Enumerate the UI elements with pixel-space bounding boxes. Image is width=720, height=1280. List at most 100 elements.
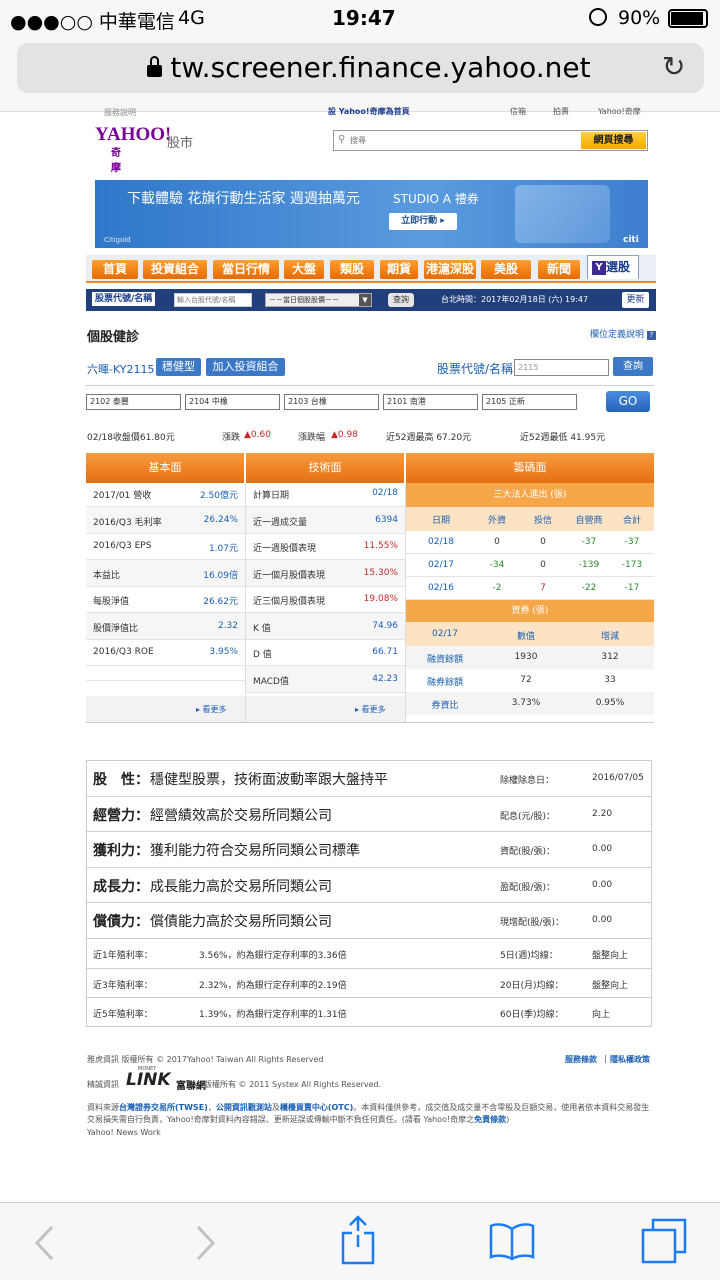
bookmarks-icon[interactable] bbox=[488, 1221, 536, 1261]
search-input[interactable] bbox=[350, 132, 575, 149]
technical-more-link[interactable]: ▸ 看更多 bbox=[355, 704, 386, 715]
set-homepage-link[interactable]: 設 Yahoo!奇摩為首頁 bbox=[328, 106, 410, 117]
ad-banner[interactable]: 下載體驗 花旗行動生活家 週週抽萬元 STUDIO A 禮券 立即行動 ▸ Ci… bbox=[95, 180, 648, 248]
fundamental-label: 2016/Q3 毛利率 bbox=[93, 517, 162, 528]
rotation-lock-icon bbox=[589, 8, 607, 26]
institutional-title: 三大法人進出 (張) bbox=[406, 483, 654, 507]
compare-box-2[interactable]: 2103 台橡 bbox=[284, 394, 379, 410]
separator: | bbox=[604, 1054, 607, 1063]
stock-query-button[interactable]: 查詢 bbox=[613, 357, 653, 376]
help-link[interactable]: 服務說明 bbox=[104, 107, 136, 118]
yield-key: 近3年殖利率： bbox=[93, 980, 153, 991]
browser-address-bar: tw.screener.finance.yahoo.net ↻ bbox=[0, 38, 720, 112]
back-icon[interactable] bbox=[33, 1225, 57, 1261]
fundamental-value: 16.09倍 bbox=[203, 570, 238, 581]
summary-value: 穩健型股票，技術面波動率跟大盤持平 bbox=[150, 772, 388, 788]
chevron-down-icon: ▼ bbox=[359, 294, 371, 306]
share-icon[interactable] bbox=[340, 1215, 376, 1265]
compare-box-3[interactable]: 2101 南港 bbox=[383, 394, 478, 410]
summary-right-value: 0.00 bbox=[592, 915, 613, 925]
news-work: Yahoo! News Work bbox=[87, 1128, 161, 1137]
nav-tab-5[interactable]: 期貨 bbox=[380, 260, 418, 279]
quote-type-select[interactable]: －－當日個股股價－－ ▼ bbox=[265, 293, 372, 307]
yahoo-y-icon: Y bbox=[592, 260, 606, 275]
fundamental-label: 2017/01 營收 bbox=[93, 491, 152, 501]
change-value: ▲0.60 bbox=[244, 430, 271, 440]
sub-nav: 股票代號/名稱 －－當日個股股價－－▼ 查詢 台北時間：2017年02月18日 … bbox=[86, 289, 656, 311]
fundamental-label: 2016/Q3 ROE bbox=[93, 647, 154, 657]
summary-key: 償債力： bbox=[93, 914, 149, 930]
pct-label: 漲跌幅 bbox=[298, 433, 326, 443]
technical-value: 74.96 bbox=[372, 620, 398, 631]
site-search: ⚲ 網頁搜尋 bbox=[333, 130, 648, 151]
yahoo-link[interactable]: Yahoo!奇摩 bbox=[598, 106, 641, 117]
tab-screener-active[interactable]: Y 選股 bbox=[587, 255, 639, 279]
nav-tab-6[interactable]: 港滬深股 bbox=[424, 260, 476, 279]
subnav-query-button[interactable]: 查詢 bbox=[388, 293, 414, 307]
inst-col-header: 合計 bbox=[622, 516, 641, 526]
summary-key: 經營力： bbox=[93, 807, 149, 824]
compare-go-button[interactable]: GO bbox=[606, 391, 650, 412]
nav-tab-0[interactable]: 首頁 bbox=[92, 260, 138, 279]
ma-key: 5日(週)均線： bbox=[500, 951, 558, 961]
web-search-button[interactable]: 網頁搜尋 bbox=[581, 132, 646, 149]
stock-type-button[interactable]: 穩健型 bbox=[156, 358, 201, 376]
margin-col-header: 02/17 bbox=[432, 629, 458, 639]
add-to-portfolio-button[interactable]: 加入投資組合 bbox=[206, 358, 285, 376]
fundamental-value: 2.32 bbox=[217, 620, 238, 631]
inst-cell: -173 bbox=[621, 560, 643, 570]
ma-key: 60日(季)均線： bbox=[500, 1010, 564, 1020]
privacy-link[interactable]: 隱私權政策 bbox=[610, 1054, 650, 1065]
nav-tab-8[interactable]: 新聞 bbox=[538, 260, 580, 279]
margin-cell: 0.95% bbox=[595, 698, 625, 708]
technical-label: 近一週成交量 bbox=[253, 517, 308, 528]
banner-cta-button[interactable]: 立即行動 ▸ bbox=[389, 213, 457, 230]
refresh-button[interactable]: 更新 bbox=[622, 292, 649, 308]
mail-link[interactable]: 信箱 bbox=[510, 106, 526, 117]
fundamental-label: 2016/Q3 EPS bbox=[93, 541, 152, 551]
terms-link[interactable]: 服務條款 bbox=[565, 1054, 597, 1065]
summary-right-key: 盈配(股/張)： bbox=[500, 882, 556, 893]
fundamental-more-link[interactable]: ▸ 看更多 bbox=[196, 704, 227, 715]
field-definition-link[interactable]: 欄位定義說明 ? bbox=[590, 327, 656, 340]
status-bar: ●●●○○ 中華電信 4G 19:47 90% bbox=[0, 0, 720, 38]
nav-tab-4[interactable]: 類股 bbox=[330, 260, 374, 279]
compare-box-4[interactable]: 2105 正新 bbox=[482, 394, 577, 410]
nav-tab-1[interactable]: 投資組合 bbox=[143, 260, 207, 279]
reload-icon[interactable]: ↻ bbox=[662, 53, 685, 81]
inst-cell: -37 bbox=[624, 537, 640, 547]
forward-icon[interactable] bbox=[193, 1225, 217, 1261]
auction-link[interactable]: 拍賣 bbox=[553, 106, 569, 117]
week52-low: 近52週最低 41.95元 bbox=[520, 433, 606, 443]
inst-col-header: 投信 bbox=[533, 516, 552, 526]
technical-label: D 值 bbox=[253, 650, 272, 660]
ma-value: 盤整向上 bbox=[592, 980, 629, 991]
stock-code-label: 股票代號/名稱 bbox=[437, 362, 514, 376]
disclaimer-link[interactable]: 免責條款 bbox=[474, 1115, 506, 1124]
technical-label: 近三個月股價表現 bbox=[253, 597, 326, 607]
stock-code-field[interactable]: 2115 bbox=[514, 359, 609, 376]
margin-col-header: 增減 bbox=[600, 632, 619, 642]
compare-box-1[interactable]: 2104 中橡 bbox=[185, 394, 280, 410]
compare-box-0[interactable]: 2102 泰豐 bbox=[86, 394, 181, 410]
margin-col-header: 數值 bbox=[516, 632, 535, 642]
inst-cell: 7 bbox=[540, 583, 546, 593]
technical-label: MACD值 bbox=[253, 676, 289, 687]
otc-link[interactable]: 櫃檯買賣中心(OTC) bbox=[280, 1103, 353, 1112]
tabs-icon[interactable] bbox=[641, 1218, 687, 1264]
summary-right-key: 資配(股/張)： bbox=[500, 847, 556, 857]
clock: 19:47 bbox=[332, 6, 396, 30]
network: 4G bbox=[178, 7, 205, 29]
url-field[interactable]: tw.screener.finance.yahoo.net ↻ bbox=[17, 43, 704, 93]
nav-tab-2[interactable]: 當日行情 bbox=[213, 260, 279, 279]
margin-cell: 33 bbox=[604, 675, 616, 685]
mops-link[interactable]: 公開資訊觀測站 bbox=[216, 1103, 272, 1112]
twse-link[interactable]: 台灣證券交易所(TWSE) bbox=[119, 1103, 208, 1112]
summary-right-key: 除權除息日： bbox=[500, 776, 555, 786]
nav-tab-7[interactable]: 美股 bbox=[481, 260, 531, 279]
stock-code-input[interactable] bbox=[174, 293, 252, 307]
technical-value: 66.71 bbox=[372, 647, 398, 657]
technical-header: 技術面 bbox=[246, 453, 404, 483]
technical-value: 6394 bbox=[375, 514, 398, 525]
nav-tab-3[interactable]: 大盤 bbox=[284, 260, 324, 279]
